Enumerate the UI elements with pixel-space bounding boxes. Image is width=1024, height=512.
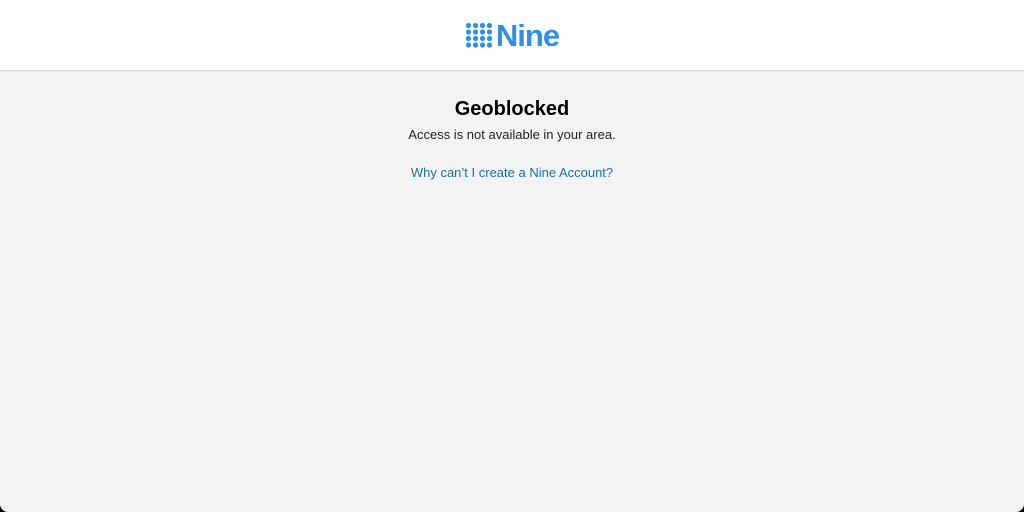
page-title: Geoblocked — [454, 98, 570, 120]
geoblock-message: Access is not available in your area. — [408, 127, 616, 142]
site-header: Nine — [0, 0, 1024, 71]
nine-dots-icon — [465, 22, 493, 48]
nine-logo[interactable]: Nine — [465, 15, 560, 55]
geoblock-message-panel: Geoblocked Access is not available in yo… — [0, 71, 1024, 182]
logo-wordmark: Nine — [495, 17, 560, 53]
help-link-why-no-account[interactable]: Why can’t I create a Nine Account? — [411, 165, 613, 181]
page: Nine Geoblocked Access is not available … — [0, 0, 1024, 512]
